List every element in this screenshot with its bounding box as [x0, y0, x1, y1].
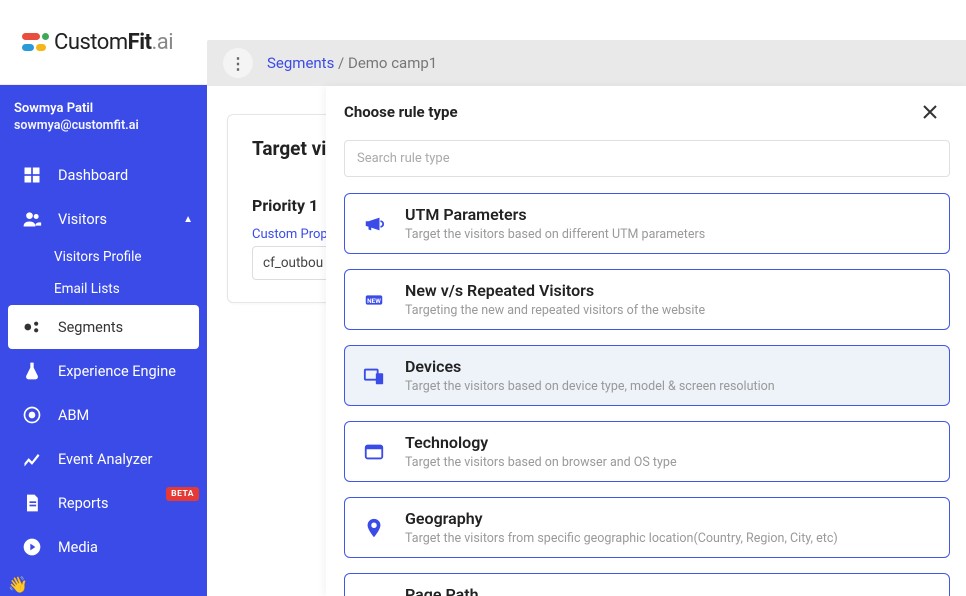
logo-block: CustomFit.ai	[0, 0, 207, 85]
flask-icon	[22, 361, 42, 381]
nav-dashboard[interactable]: Dashboard	[0, 153, 207, 197]
rule-desc: Targeting the new and repeated visitors …	[405, 303, 705, 318]
nav-segments[interactable]: Segments	[8, 305, 199, 349]
nav-event-analyzer[interactable]: Event Analyzer	[0, 437, 207, 481]
rule-utm-parameters[interactable]: UTM Parameters Target the visitors based…	[344, 193, 950, 254]
rule-title: Technology	[405, 433, 677, 452]
breadcrumb-root[interactable]: Segments	[267, 54, 334, 72]
rule-desc: Target the visitors based on different U…	[405, 227, 705, 242]
browser-icon	[361, 439, 387, 465]
chat-widget-peek[interactable]: 👋	[8, 575, 28, 594]
svg-text:NEW: NEW	[367, 296, 381, 304]
logo[interactable]: CustomFit.ai	[20, 27, 173, 57]
close-icon	[922, 104, 938, 120]
user-block: Sowmya Patil sowmya@customfit.ai	[0, 85, 207, 153]
rule-new-repeated-visitors[interactable]: NEW New v/s Repeated Visitors Targeting …	[344, 269, 950, 330]
devices-icon	[361, 363, 387, 389]
rule-title: Page Path	[405, 585, 866, 596]
rule-desc: Target the visitors from specific geogra…	[405, 531, 838, 546]
blank-header	[207, 0, 966, 40]
close-button[interactable]	[920, 102, 940, 122]
rule-title: New v/s Repeated Visitors	[405, 281, 705, 300]
search-rule-input[interactable]	[344, 140, 950, 177]
play-icon	[22, 537, 42, 557]
path-icon	[361, 591, 387, 596]
search-input[interactable]	[357, 151, 937, 166]
nav-label: Media	[58, 539, 98, 556]
topbar: ⋮ Segments / Demo camp1	[207, 40, 966, 86]
rule-type-modal: Choose rule type UTM Parameters Target t…	[326, 86, 966, 596]
nav-visitors-profile[interactable]: Visitors Profile	[0, 241, 207, 273]
rule-title: UTM Parameters	[405, 205, 705, 224]
modal-title: Choose rule type	[344, 103, 458, 121]
nav-label: ABM	[58, 407, 89, 424]
nav-media[interactable]: Media	[0, 525, 207, 569]
beta-badge: BETA	[166, 487, 199, 501]
rule-desc: Target the visitors based on device type…	[405, 379, 775, 394]
nav-label: Dashboard	[58, 167, 128, 184]
dashboard-icon	[22, 165, 42, 185]
sidebar: CustomFit.ai Sowmya Patil sowmya@customf…	[0, 0, 207, 596]
nav-abm[interactable]: ABM	[0, 393, 207, 437]
breadcrumb: Segments / Demo camp1	[267, 54, 437, 72]
chevron-up-icon: ▲	[183, 214, 193, 225]
logo-text: CustomFit.ai	[54, 30, 173, 55]
document-icon	[22, 493, 42, 513]
people-icon	[22, 209, 42, 229]
rule-devices[interactable]: Devices Target the visitors based on dev…	[344, 345, 950, 406]
more-menu-button[interactable]: ⋮	[223, 48, 253, 78]
nav: Dashboard Visitors ▲ Visitors Profile Em…	[0, 153, 207, 596]
nav-visitors[interactable]: Visitors ▲	[0, 197, 207, 241]
rule-geography[interactable]: Geography Target the visitors from speci…	[344, 497, 950, 558]
nav-label: Segments	[58, 319, 123, 336]
new-badge-icon: NEW	[361, 287, 387, 313]
megaphone-icon	[361, 211, 387, 237]
nav-label: Experience Engine	[58, 363, 176, 380]
rule-technology[interactable]: Technology Target the visitors based on …	[344, 421, 950, 482]
user-email: sowmya@customfit.ai	[14, 118, 193, 133]
nav-label: Visitors	[58, 211, 107, 228]
nav-label: Reports	[58, 495, 109, 512]
rule-title: Geography	[405, 509, 838, 528]
rule-title: Devices	[405, 357, 775, 376]
modal-body[interactable]: UTM Parameters Target the visitors based…	[326, 140, 966, 596]
nav-experience-engine[interactable]: Experience Engine	[0, 349, 207, 393]
nav-label: Event Analyzer	[58, 451, 152, 468]
logo-icon	[20, 27, 50, 57]
segments-icon	[22, 317, 42, 337]
modal-header: Choose rule type	[326, 86, 966, 140]
rule-desc: Target the visitors based on browser and…	[405, 455, 677, 470]
target-icon	[22, 405, 42, 425]
rule-page-path[interactable]: Page Path Target the visitors coming fro…	[344, 573, 950, 596]
user-name: Sowmya Patil	[14, 101, 193, 116]
breadcrumb-leaf: Demo camp1	[348, 54, 437, 72]
analytics-icon	[22, 449, 42, 469]
nav-email-lists[interactable]: Email Lists	[0, 273, 207, 305]
location-pin-icon	[361, 515, 387, 541]
